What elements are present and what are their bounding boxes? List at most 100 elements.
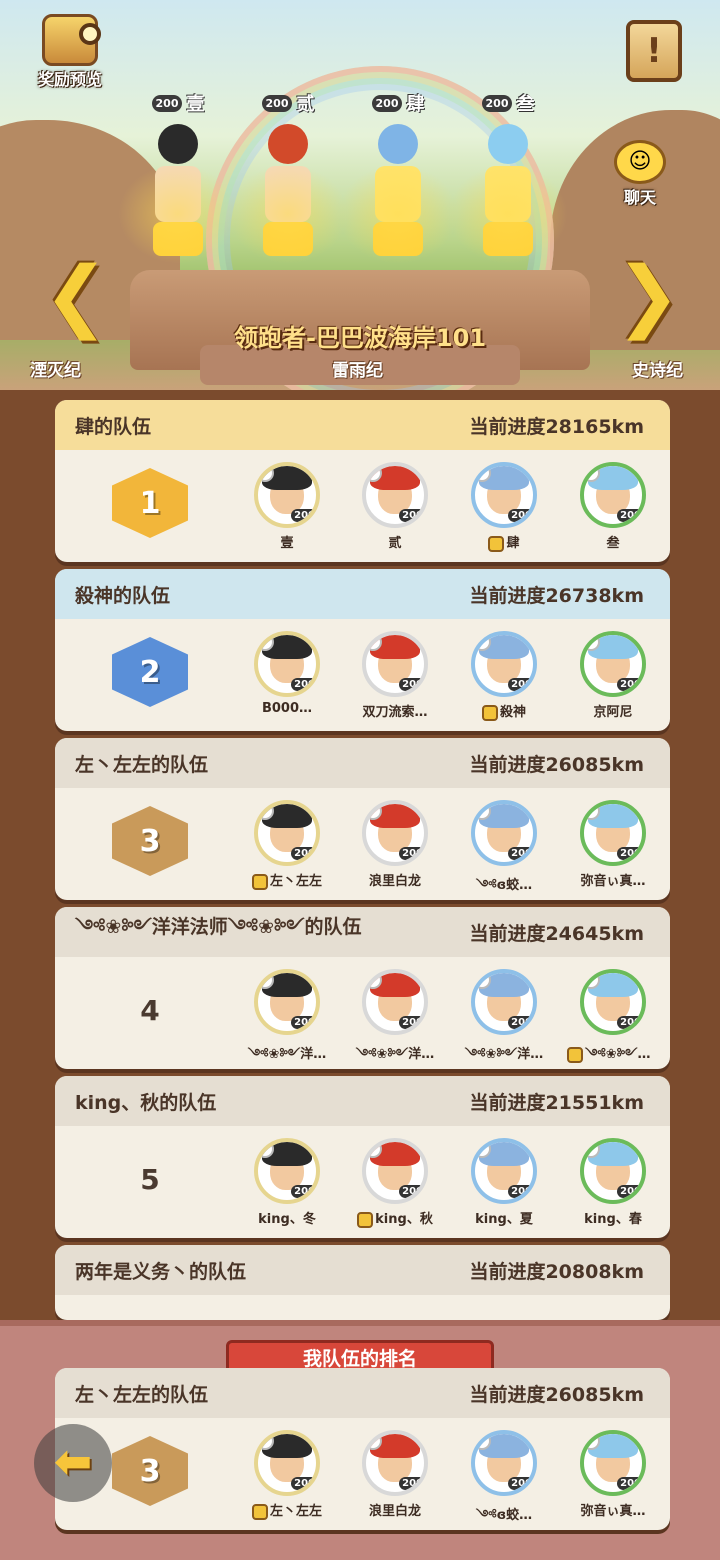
team-member[interactable]: ✦ 200 ༺❀༻洋… bbox=[349, 969, 441, 1069]
member-avatar: ✦ 200 bbox=[254, 462, 320, 528]
member-name-row: B000… bbox=[241, 701, 333, 716]
team-member[interactable]: ✦ 200 弥音ぃ真… bbox=[567, 1430, 659, 1519]
member-level: 200 bbox=[617, 1477, 642, 1490]
team-member[interactable]: ✦ 200 ༺ɞ蛟… bbox=[458, 800, 550, 900]
team-member[interactable]: ✦ 200 叁 bbox=[567, 462, 659, 551]
element-icon: ✦ bbox=[475, 635, 491, 651]
team-member[interactable]: ✦ 200 左丶左左 bbox=[241, 1430, 333, 1520]
member-avatar: ✦ 200 bbox=[471, 631, 537, 697]
team-member[interactable]: ✦ 200 king、春 bbox=[567, 1138, 659, 1227]
notice-button[interactable]: ! bbox=[626, 20, 682, 82]
member-name: king、春 bbox=[584, 1212, 642, 1227]
my-team-card[interactable]: 左丶左左的队伍 当前进度26085km 3 ✦ 200 左丶左左 ✦ 200 浪里白龙 ✦ 200 ༺… bbox=[55, 1368, 670, 1530]
member-name-row: ༺❀༻洋… bbox=[567, 1039, 659, 1069]
member-level: 200 bbox=[399, 1477, 424, 1490]
element-icon: ✦ bbox=[366, 973, 382, 989]
team-name: 左丶左左的队伍 bbox=[75, 1383, 209, 1406]
team-members: 2 ✦ 200 B000… ✦ 200 双刀流索… ✦ 200 殺神 ✦ 200 京阿尼 bbox=[55, 625, 670, 731]
rank-indicator: 1 bbox=[105, 468, 195, 540]
team-member[interactable]: ✦ 200 king、秋 bbox=[349, 1138, 441, 1228]
team-card-header: 左丶左左的队伍 当前进度26085km bbox=[55, 1368, 670, 1418]
member-level: 200 bbox=[291, 1477, 316, 1490]
team-name: king、秋的队伍 bbox=[75, 1091, 217, 1114]
member-name: 弥音ぃ真… bbox=[580, 1504, 646, 1519]
team-member[interactable]: ✦ 200 弥音ぃ真… bbox=[567, 800, 659, 889]
team-member[interactable]: ✦ 200 贰 bbox=[349, 462, 441, 551]
hero-level: 200 bbox=[261, 94, 293, 112]
team-member[interactable]: ✦ 200 京阿尼 bbox=[567, 631, 659, 720]
member-level: 200 bbox=[399, 509, 424, 522]
team-member[interactable]: ✦ 200 浪里白龙 bbox=[349, 1430, 441, 1519]
rank-indicator: 6 bbox=[105, 1313, 195, 1320]
element-icon: ✦ bbox=[584, 973, 600, 989]
team-member[interactable]: ✦ 200 ༺❀༻洋… bbox=[241, 969, 333, 1069]
team-card-header: 殺神的队伍 当前进度26738km bbox=[55, 569, 670, 619]
team-member[interactable]: ✦ 200 ༺❀༻洋… bbox=[458, 969, 550, 1069]
team-member[interactable]: ✦ 200 ༺❀༻洋… bbox=[567, 969, 659, 1069]
team-progress: 当前进度28165km bbox=[469, 415, 644, 438]
member-name: B000… bbox=[261, 701, 313, 716]
member-name: 浪里白龙 bbox=[368, 874, 421, 889]
team-member[interactable]: ✦ 200 king、冬 bbox=[241, 1138, 333, 1227]
hero-4[interactable]: 200 叁 bbox=[448, 90, 568, 300]
team-members: 5 ✦ 200 king、冬 ✦ 200 king、秋 ✦ 200 king、夏 ✦ 200 king、… bbox=[55, 1132, 670, 1238]
rank-badge-icon: 3 bbox=[112, 806, 188, 876]
team-member[interactable]: ✦ 200 壹 bbox=[241, 462, 333, 551]
element-icon: ✦ bbox=[258, 804, 274, 820]
team-card[interactable]: ༺❀༻洋洋法师༺❀༻的队伍 当前进度24645km 4 ✦ 200 ༺❀༻洋… ✦ 200 ༺❀… bbox=[55, 907, 670, 1069]
member-level: 200 bbox=[617, 1185, 642, 1198]
magnifier-icon bbox=[79, 23, 101, 45]
hero-level: 200 bbox=[481, 94, 513, 112]
member-name: king、夏 bbox=[475, 1212, 533, 1227]
team-card[interactable]: 两年是义务丶的队伍 当前进度20808km 6 bbox=[55, 1245, 670, 1320]
member-level: 200 bbox=[617, 678, 642, 691]
member-avatar: ✦ 200 bbox=[362, 462, 428, 528]
member-name-row: ༺ɞ蛟… bbox=[458, 1500, 550, 1530]
team-card[interactable]: king、秋的队伍 当前进度21551km 5 ✦ 200 king、冬 ✦ 200 king、… bbox=[55, 1076, 670, 1238]
chat-label: 聊天 bbox=[623, 188, 656, 207]
era-left-label[interactable]: 湮灭纪 bbox=[30, 356, 81, 381]
hero-2[interactable]: 200 贰 bbox=[228, 90, 348, 300]
hero-name: 贰 bbox=[296, 94, 315, 115]
team-card[interactable]: 左丶左左的队伍 当前进度26085km 3 ✦ 200 左丶左左 ✦ 200 浪里白龙 ✦ 200 ༺… bbox=[55, 738, 670, 900]
member-avatar: ✦ 200 bbox=[580, 631, 646, 697]
hero-figure bbox=[228, 124, 348, 284]
member-name-row: 弥音ぃ真… bbox=[567, 870, 659, 889]
hero-1[interactable]: 200 壹 bbox=[118, 90, 238, 300]
member-avatar: ✦ 200 bbox=[254, 631, 320, 697]
team-member[interactable]: ✦ 200 殺神 bbox=[458, 631, 550, 721]
member-avatar: ✦ 200 bbox=[254, 969, 320, 1035]
team-member[interactable]: ✦ 200 左丶左左 bbox=[241, 800, 333, 890]
member-avatar: ✦ 200 bbox=[471, 800, 537, 866]
member-avatar: ✦ 200 bbox=[471, 1138, 537, 1204]
member-name-row: 弥音ぃ真… bbox=[567, 1500, 659, 1519]
captain-shield-icon bbox=[251, 1503, 268, 1520]
hero-figure bbox=[338, 124, 458, 284]
rank-indicator: 5 bbox=[105, 1144, 195, 1216]
element-icon: ✦ bbox=[584, 466, 600, 482]
team-card[interactable]: 殺神的队伍 当前进度26738km 2 ✦ 200 B000… ✦ 200 双刀流索… ✦ 200 殺… bbox=[55, 569, 670, 731]
team-member[interactable]: ✦ 200 浪里白龙 bbox=[349, 800, 441, 889]
member-name: 左丶左左 bbox=[269, 1504, 322, 1519]
team-member[interactable]: ✦ 200 B000… bbox=[241, 631, 333, 716]
member-name: ༺❀༻洋… bbox=[355, 1047, 435, 1062]
captain-shield-icon bbox=[251, 873, 268, 890]
chat-button[interactable]: ☺ 聊天 bbox=[600, 140, 680, 208]
team-member[interactable]: ✦ 200 肆 bbox=[458, 462, 550, 552]
hero-3[interactable]: 200 肆 bbox=[338, 90, 458, 300]
member-level: 200 bbox=[399, 847, 424, 860]
member-name-row: ༺ɞ蛟… bbox=[458, 870, 550, 900]
member-name-row: 叁 bbox=[567, 532, 659, 551]
team-member[interactable]: ✦ 200 ༺ɞ蛟… bbox=[458, 1430, 550, 1530]
back-button[interactable]: ⬅ bbox=[34, 1424, 112, 1502]
reward-preview-button[interactable]: 奖励预览 bbox=[28, 14, 112, 98]
rank-badge-icon: 2 bbox=[112, 637, 188, 707]
element-icon: ✦ bbox=[366, 804, 382, 820]
era-right-label[interactable]: 史诗纪 bbox=[632, 356, 683, 381]
member-name: ༺❀༻洋… bbox=[464, 1047, 544, 1062]
member-name-row: 浪里白龙 bbox=[349, 870, 441, 889]
team-member[interactable]: ✦ 200 king、夏 bbox=[458, 1138, 550, 1227]
team-member[interactable]: ✦ 200 双刀流索… bbox=[349, 631, 441, 720]
team-card[interactable]: 肆的队伍 当前进度28165km 1 ✦ 200 壹 ✦ 200 贰 ✦ 200 肆 ✦ 200 叁 bbox=[55, 400, 670, 562]
element-icon: ✦ bbox=[584, 804, 600, 820]
